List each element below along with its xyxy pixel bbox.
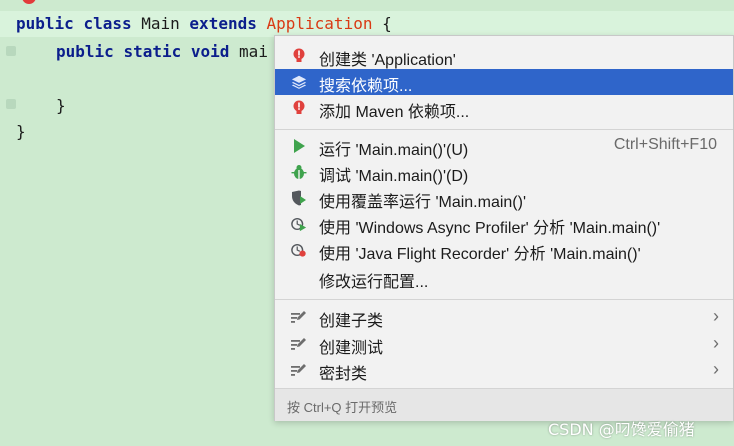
- menu-item-label: 运行 'Main.main()'(U): [319, 142, 469, 159]
- menu-item-add-maven-dependency[interactable]: 添加 Maven 依赖项...: [275, 95, 733, 121]
- menu-item-shortcut: Ctrl+Shift+F10: [613, 136, 717, 153]
- unresolved-class[interactable]: Application: [267, 14, 373, 33]
- class-name: Main: [141, 14, 180, 33]
- open-brace: {: [382, 14, 392, 33]
- keyword: class: [83, 14, 132, 33]
- error-bulb-icon: [291, 48, 307, 64]
- keyword: public: [16, 14, 74, 33]
- intention-icon: [291, 309, 307, 325]
- error-bulb-icon[interactable]: [22, 0, 36, 4]
- keyword: void: [190, 42, 230, 61]
- method-name: mai: [239, 42, 268, 61]
- keyword: static: [123, 42, 182, 61]
- close-brace: }: [16, 122, 26, 141]
- keyword: public: [56, 42, 114, 61]
- intention-icon: [291, 362, 307, 378]
- menu-item-label: 添加 Maven 依赖项...: [319, 104, 470, 121]
- menu-item-run-with-coverage[interactable]: 使用覆盖率运行 'Main.main()': [275, 185, 733, 211]
- profiler-icon: [291, 216, 307, 232]
- menu-item-label: 使用覆盖率运行 'Main.main()': [319, 194, 527, 211]
- menu-item-label: 创建测试: [319, 340, 384, 357]
- menu-item-create-test[interactable]: 创建测试 ›: [275, 331, 733, 357]
- menu-separator: [275, 299, 733, 300]
- intention-actions-popup: 创建类 'Application' 搜索依赖项... 添加 Maven 依赖项.…: [274, 35, 734, 421]
- error-bulb-icon: [291, 100, 307, 116]
- menu-item-seal-class[interactable]: 密封类 ›: [275, 357, 733, 383]
- coverage-icon: [291, 190, 307, 206]
- menu-item-create-class[interactable]: 创建类 'Application': [275, 43, 733, 69]
- run-icon: [291, 138, 307, 154]
- watermark: CSDN @叼馋爱偷猪: [548, 420, 695, 439]
- menu-item-label: 创建类 'Application': [319, 52, 456, 69]
- code-line-1[interactable]: public class Main extends Application {: [0, 11, 734, 37]
- layers-icon: [291, 74, 307, 90]
- chevron-right-icon: ›: [713, 306, 719, 326]
- menu-item-profile-jfr[interactable]: 使用 'Java Flight Recorder' 分析 'Main.main(…: [275, 237, 733, 263]
- menu-item-label: 搜索依赖项...: [319, 78, 413, 95]
- intention-icon: [291, 336, 307, 352]
- menu-item-label: 密封类: [319, 366, 368, 383]
- menu-item-label: 创建子类: [319, 313, 384, 330]
- menu-item-profile-async[interactable]: 使用 'Windows Async Profiler' 分析 'Main.mai…: [275, 211, 733, 237]
- flight-recorder-icon: [291, 242, 307, 258]
- keyword: extends: [189, 14, 257, 33]
- menu-item-run[interactable]: 运行 'Main.main()'(U) Ctrl+Shift+F10: [275, 133, 733, 159]
- menu-item-search-dependency[interactable]: 搜索依赖项...: [275, 69, 733, 95]
- chevron-right-icon: ›: [713, 359, 719, 379]
- debug-icon: [291, 164, 307, 180]
- menu-item-label: 调试 'Main.main()'(D): [319, 168, 469, 185]
- menu-item-label: 使用 'Windows Async Profiler' 分析 'Main.mai…: [319, 220, 661, 237]
- menu-item-create-subclass[interactable]: 创建子类 ›: [275, 304, 733, 330]
- menu-item-label: 修改运行配置...: [319, 274, 429, 291]
- menu-item-modify-run-config[interactable]: 修改运行配置...: [275, 265, 733, 291]
- menu-item-label: 使用 'Java Flight Recorder' 分析 'Main.main(…: [319, 246, 641, 263]
- chevron-right-icon: ›: [713, 333, 719, 353]
- menu-separator: [275, 129, 733, 130]
- menu-item-debug[interactable]: 调试 'Main.main()'(D): [275, 159, 733, 185]
- close-brace: }: [56, 96, 66, 115]
- preview-hint: 按 Ctrl+Q 打开预览: [287, 400, 398, 415]
